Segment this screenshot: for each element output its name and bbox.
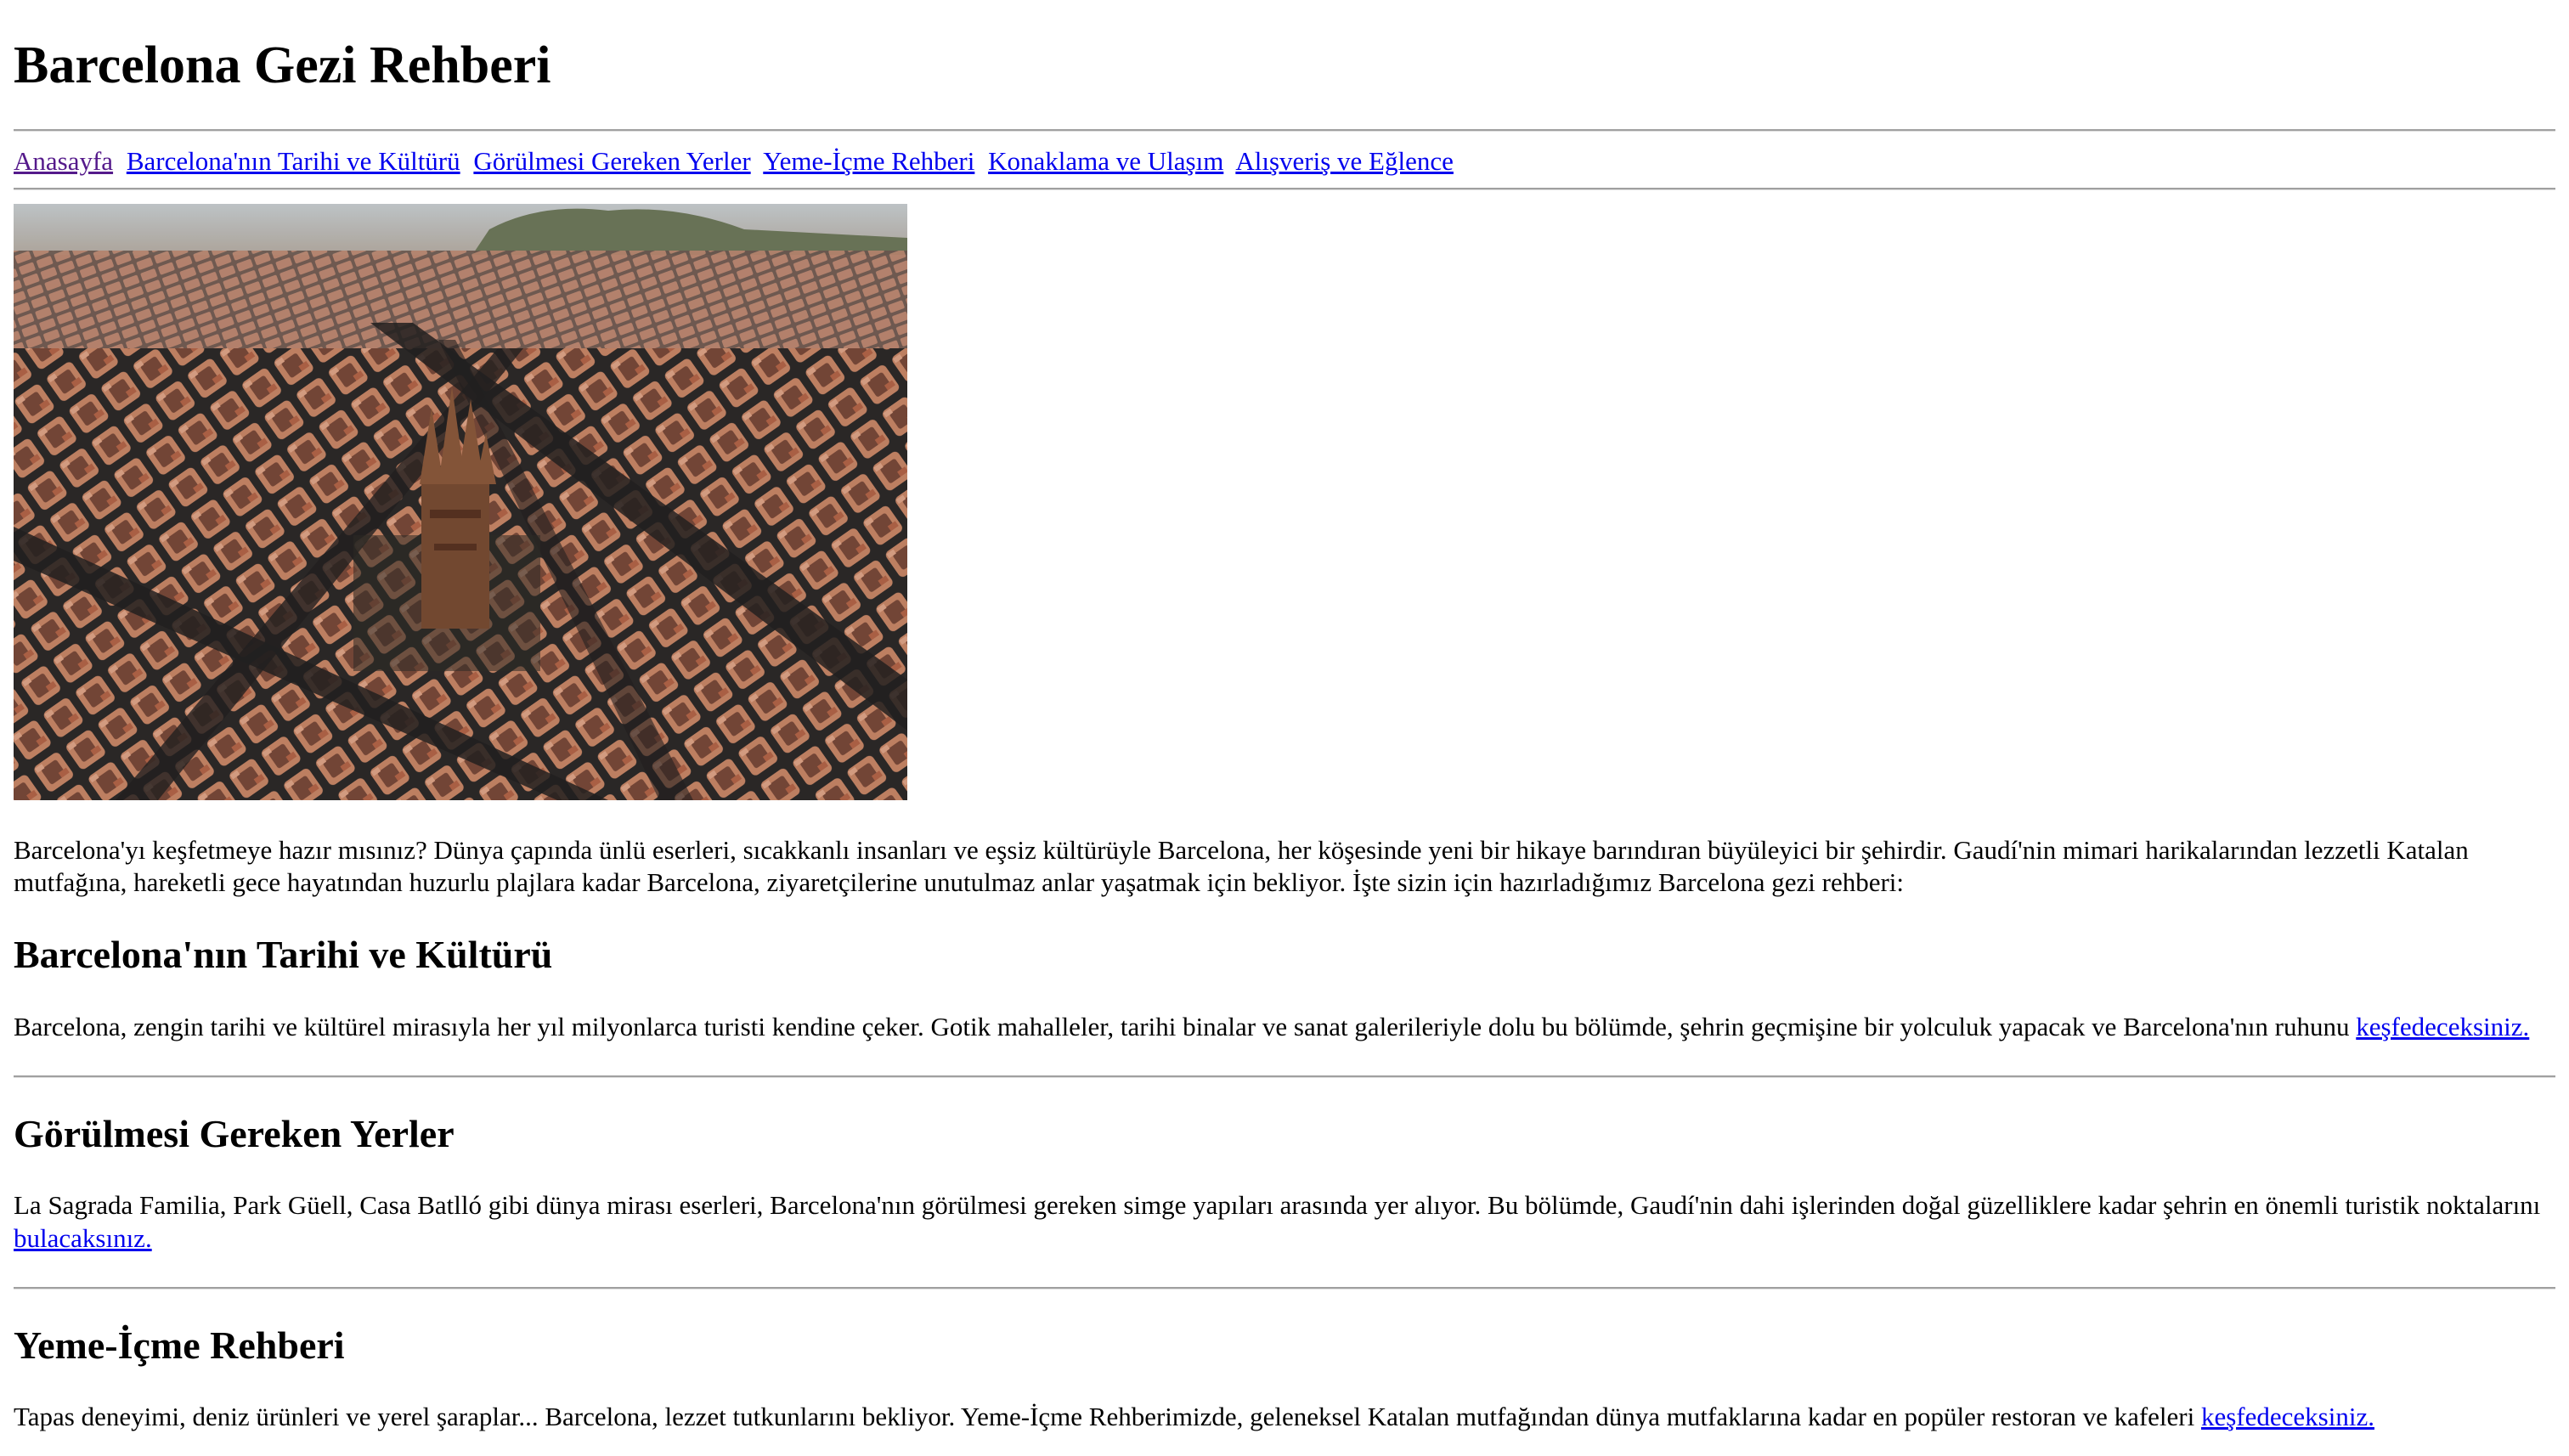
section-heading-food: Yeme-İçme Rehberi: [14, 1323, 345, 1368]
section-text-history: Barcelona, zengin tarihi ve kültürel mir…: [14, 1011, 2555, 1043]
section-link-must-see[interactable]: bulacaksınız.: [14, 1223, 152, 1253]
section-text-must-see-body: La Sagrada Familia, Park Güell, Casa Bat…: [14, 1190, 2541, 1221]
section-text-must-see: La Sagrada Familia, Park Güell, Casa Bat…: [14, 1189, 2555, 1255]
section-divider-1: [14, 1075, 2555, 1079]
section-divider-2: [14, 1287, 2555, 1290]
section-food: Yeme-İçme Rehberi Tapas deneyimi, deniz …: [14, 1322, 2555, 1434]
section-text-history-body: Barcelona, zengin tarihi ve kültürel mir…: [14, 1011, 2357, 1041]
section-link-food[interactable]: keşfedeceksiniz.: [2201, 1402, 2374, 1431]
section-must-see: Görülmesi Gereken Yerler La Sagrada Fami…: [14, 1110, 2555, 1255]
main-nav: Anasayfa Barcelona'nın Tarihi ve Kültürü…: [14, 132, 2555, 187]
section-link-history[interactable]: keşfedeceksiniz.: [2356, 1012, 2529, 1041]
intro-paragraph: Barcelona'yı keşfetmeye hazır mısınız? D…: [14, 834, 2469, 898]
hero-image: [14, 203, 907, 800]
page-title: Barcelona Gezi Rehberi: [14, 37, 551, 94]
section-heading-must-see: Görülmesi Gereken Yerler: [14, 1112, 455, 1156]
nav-divider: [14, 187, 2555, 190]
nav-link-food-drink[interactable]: Yeme-İçme Rehberi: [763, 146, 974, 176]
section-heading-history: Barcelona'nın Tarihi ve Kültürü: [14, 933, 553, 977]
nav-link-home[interactable]: Anasayfa: [14, 146, 113, 176]
page: Barcelona Gezi Rehberi Anasayfa Barcelon…: [0, 0, 2569, 1456]
nav-link-history-culture[interactable]: Barcelona'nın Tarihi ve Kültürü: [127, 146, 460, 176]
nav-link-must-see[interactable]: Görülmesi Gereken Yerler: [473, 146, 750, 176]
nav-link-shopping-fun[interactable]: Alışveriş ve Eğlence: [1235, 146, 1454, 176]
section-text-food: Tapas deneyimi, deniz ürünleri ve yerel …: [14, 1401, 2555, 1433]
nav-link-accommodation-transport[interactable]: Konaklama ve Ulaşım: [988, 146, 1223, 176]
section-text-food-body: Tapas deneyimi, deniz ürünleri ve yerel …: [14, 1402, 2201, 1432]
